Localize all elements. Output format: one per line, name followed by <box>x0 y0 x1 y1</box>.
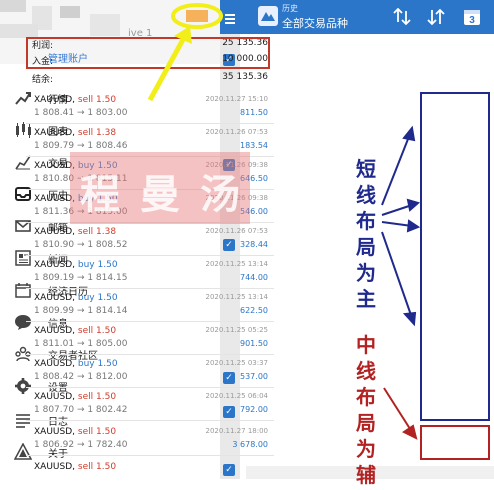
blue-arrow-head <box>402 125 416 142</box>
blue-arrow-head <box>406 198 421 212</box>
yellow-arrow <box>147 32 189 102</box>
blue-arrow-head <box>402 311 417 327</box>
blue-arrow <box>381 133 411 206</box>
blue-arrow <box>381 231 413 319</box>
toggle-badge <box>186 10 208 22</box>
blue-arrow <box>381 204 413 216</box>
red-arrow-head <box>402 424 418 440</box>
red-arrow <box>383 387 413 433</box>
annotation-overlay <box>147 3 421 440</box>
blue-arrow <box>381 221 413 227</box>
blue-arrow-head <box>406 219 421 233</box>
